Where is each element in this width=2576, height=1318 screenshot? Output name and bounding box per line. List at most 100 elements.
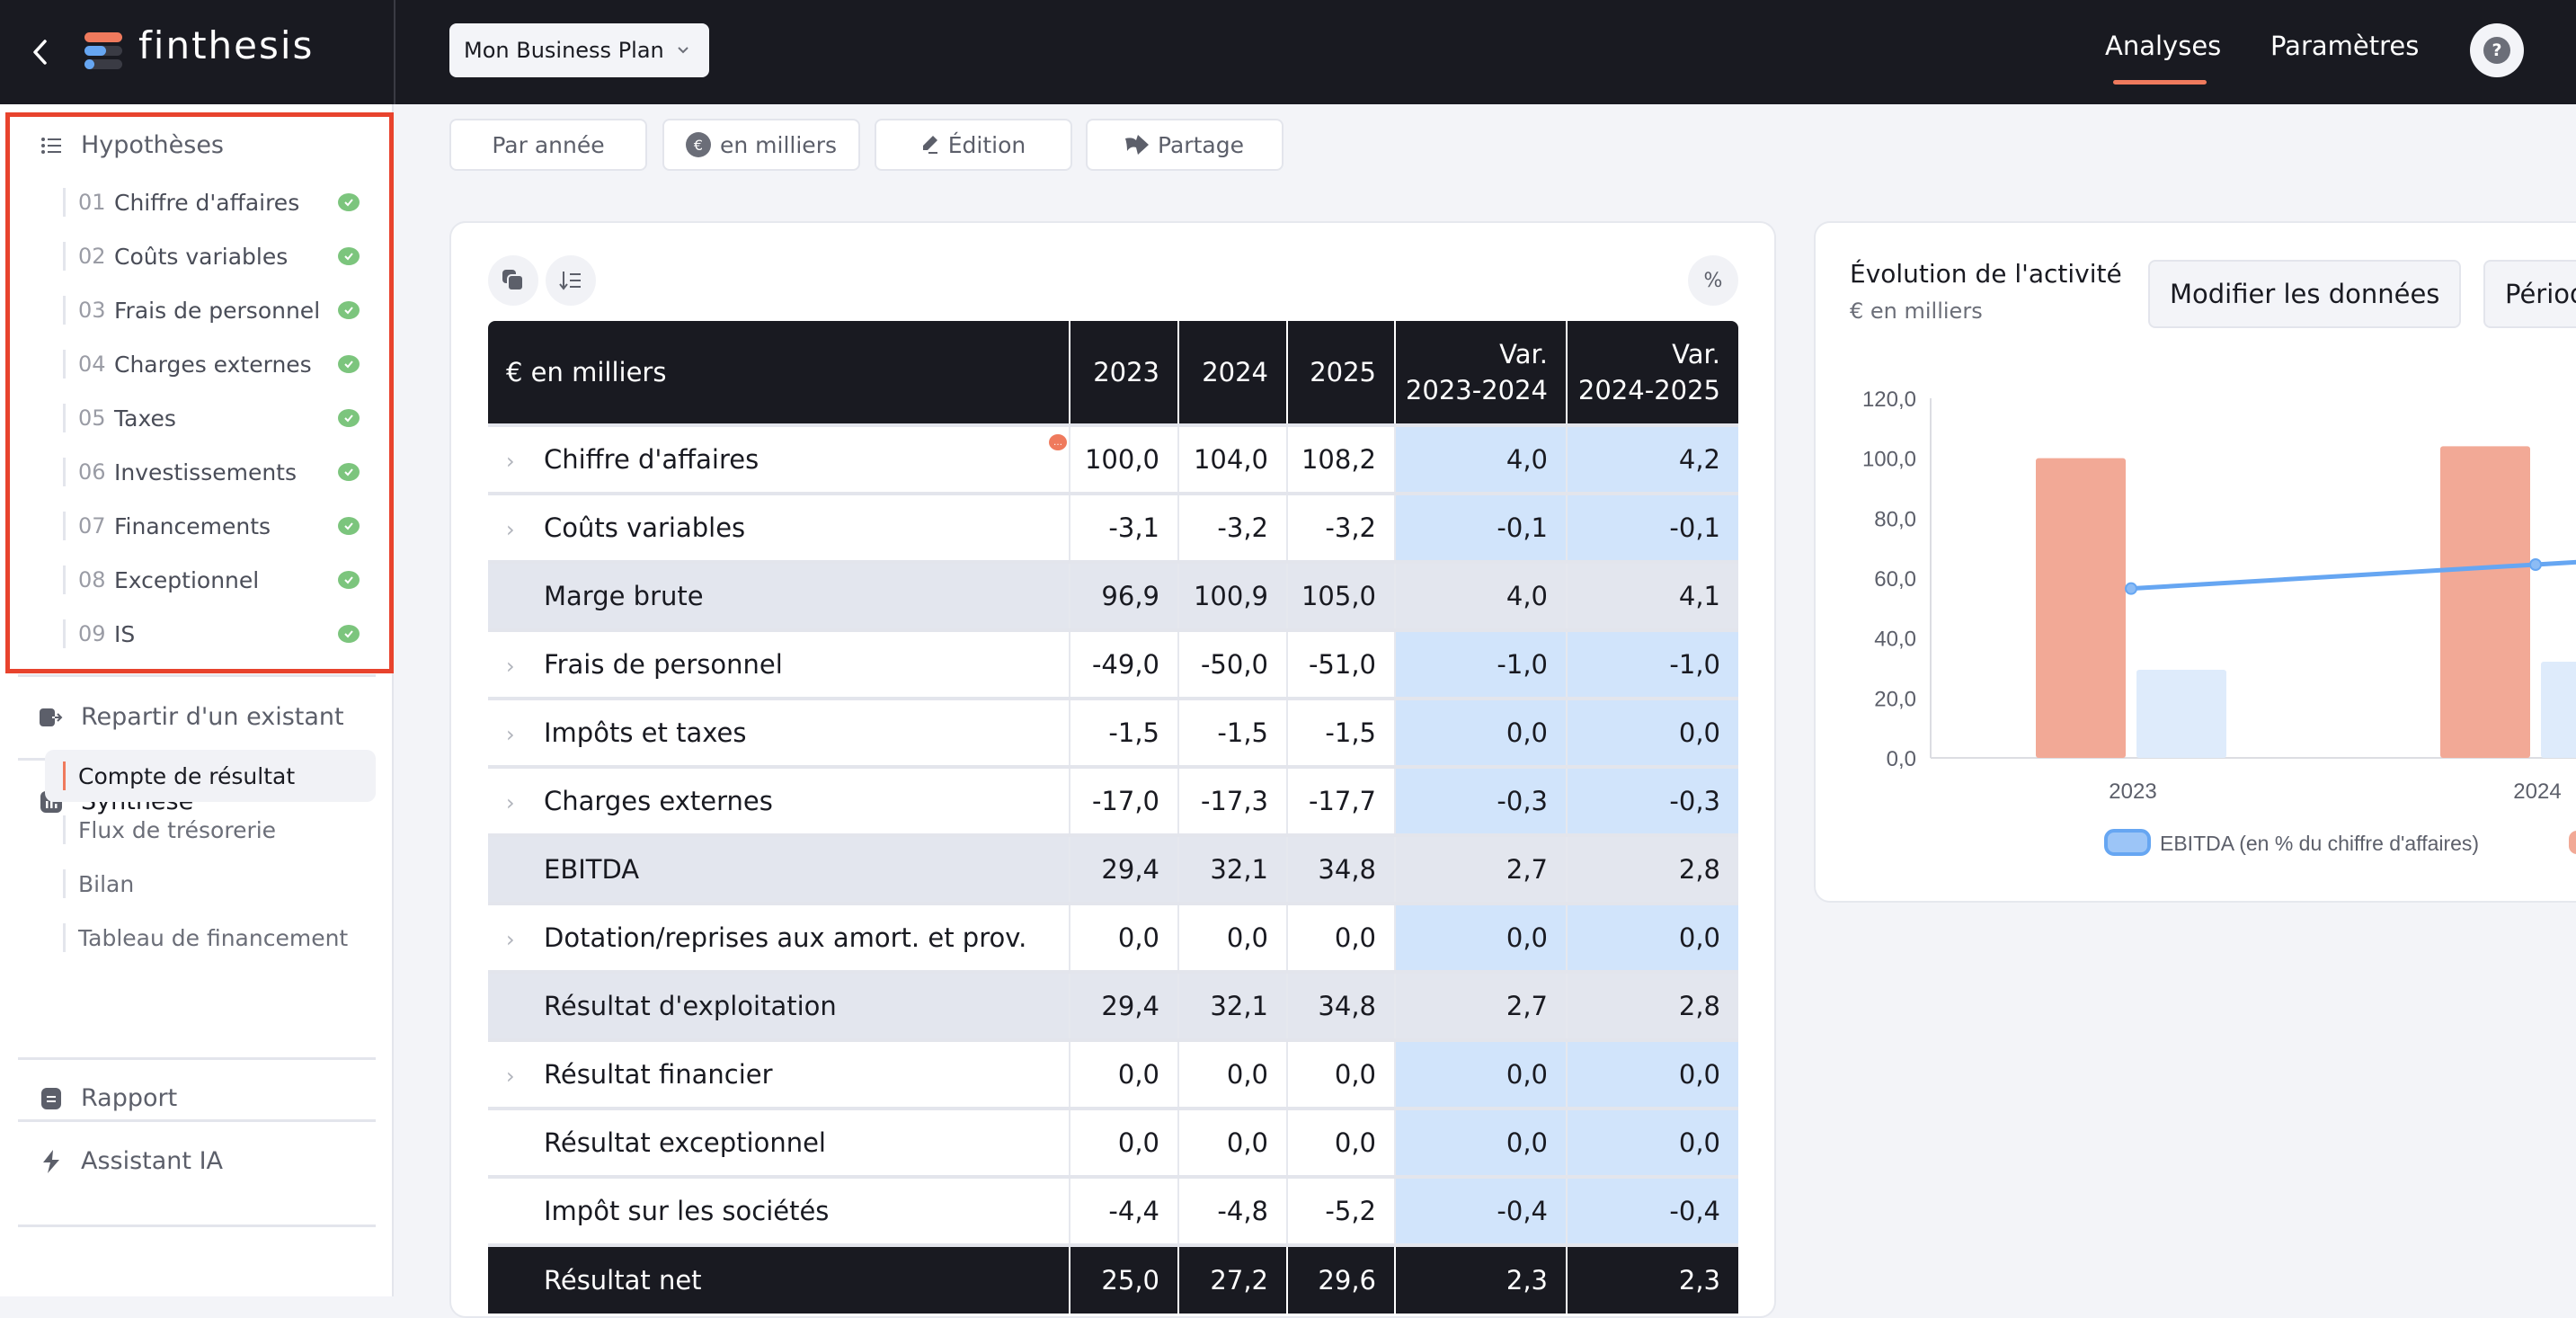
value-cell: 27,2 <box>1177 1243 1287 1314</box>
sidebar-item-assistant[interactable]: Assistant IA <box>40 1147 223 1175</box>
sidebar-item-hypothese[interactable]: 06 Investissements <box>63 445 360 499</box>
table-row[interactable]: › Dotation/reprises aux amort. et prov. 0,… <box>488 902 1738 972</box>
row-label: Coûts variables <box>544 512 746 543</box>
value-cell: 0,0 <box>1566 1038 1738 1109</box>
check-icon <box>338 247 360 265</box>
sidebar-item-hypothese[interactable]: 01 Chiffre d'affaires <box>63 175 360 229</box>
item-indicator <box>63 404 66 432</box>
row-label: Résultat financier <box>544 1059 773 1090</box>
sort-button[interactable] <box>546 255 596 306</box>
value-cell: 2,3 <box>1566 1243 1738 1314</box>
row-label-cell: Impôt sur les sociétés <box>488 1175 1070 1245</box>
value-cell: 2,3 <box>1394 1243 1567 1314</box>
column-header-2023: 2023 <box>1069 321 1178 425</box>
item-label: Taxes <box>114 405 176 432</box>
item-indicator <box>63 188 66 217</box>
share-label: Partage <box>1158 131 1244 158</box>
unit-button[interactable]: € en milliers <box>662 119 860 171</box>
sidebar-divider <box>18 1119 376 1122</box>
item-label: Bilan <box>78 870 135 897</box>
value-cell: 4,1 <box>1566 560 1738 630</box>
sidebar-item-synthese[interactable]: Flux de trésorerie <box>45 804 376 856</box>
row-label: Résultat d'exploitation <box>544 991 837 1021</box>
sidebar-item-synthese[interactable]: Compte de résultat <box>45 750 376 802</box>
share-button[interactable]: Partage <box>1086 119 1284 171</box>
item-label: Tableau de financement <box>78 924 349 951</box>
pen-icon <box>922 136 937 154</box>
row-label-cell: Résultat net <box>488 1243 1070 1314</box>
value-cell: 0,0 <box>1566 697 1738 767</box>
item-indicator <box>63 565 66 594</box>
percent-toggle[interactable]: % <box>1688 255 1738 306</box>
modify-data-button[interactable]: Modifier les données <box>2148 260 2462 328</box>
edit-button[interactable]: Édition <box>875 119 1072 171</box>
back-chevron-icon[interactable] <box>27 34 54 70</box>
item-indicator <box>63 458 66 486</box>
chevron-right-icon[interactable]: › <box>506 449 524 474</box>
value-cell: 29,6 <box>1286 1243 1395 1314</box>
chevron-right-icon[interactable]: › <box>506 517 524 542</box>
table-row[interactable]: › Coûts variables -3,1 -3,2 -3,2 -0,1 -0,1 <box>488 492 1738 562</box>
chevron-right-icon[interactable]: › <box>506 927 524 952</box>
header-line: 2023-2024 <box>1405 375 1548 405</box>
chevron-right-icon[interactable]: › <box>506 722 524 747</box>
row-label-cell: EBITDA <box>488 833 1070 904</box>
value-cell: 4,2 <box>1566 423 1738 494</box>
period-select-button[interactable]: Période <box>2483 260 2576 328</box>
sidebar-item-synthese[interactable]: Bilan <box>45 858 376 910</box>
tab-parametres[interactable]: Paramètres <box>2270 31 2419 61</box>
sidebar-item-hypothese[interactable]: 09 IS <box>63 607 360 661</box>
item-label: Coûts variables <box>114 243 289 270</box>
row-label: Résultat net <box>544 1265 702 1296</box>
y-tick-label: 40,0 <box>1874 628 1916 652</box>
check-icon <box>338 517 360 535</box>
table-row[interactable]: › Chiffre d'affaires … 100,0 104,0 108,2 4,0 4,… <box>488 423 1738 494</box>
comment-icon[interactable]: … <box>1049 434 1067 450</box>
value-cell: 2,7 <box>1394 833 1567 904</box>
sidebar-item-hypothese[interactable]: 05 Taxes <box>63 391 360 445</box>
item-number: 06 <box>78 459 106 485</box>
value-cell: 108,2 <box>1286 423 1395 494</box>
sidebar-item-synthese[interactable]: Tableau de financement <box>45 912 376 964</box>
sidebar-divider <box>18 674 376 677</box>
chevron-right-icon[interactable]: › <box>506 1064 524 1089</box>
value-cell: -1,5 <box>1177 697 1287 767</box>
value-cell: -17,7 <box>1286 765 1395 835</box>
sidebar-item-repartir[interactable]: Repartir d'un existant <box>40 703 344 731</box>
value-cell: -1,5 <box>1069 697 1178 767</box>
plan-selector[interactable]: Mon Business Plan <box>449 23 709 77</box>
sidebar-item-hypothese[interactable]: 04 Charges externes <box>63 337 360 391</box>
sidebar-section-hypotheses[interactable]: Hypothèses <box>40 131 224 159</box>
value-cell: -1,0 <box>1394 628 1567 699</box>
table-row[interactable]: › Frais de personnel -49,0 -50,0 -51,0 -1,0 -1… <box>488 628 1738 699</box>
item-number: 04 <box>78 352 106 377</box>
copy-icon <box>502 270 524 291</box>
item-label: Compte de résultat <box>78 762 296 789</box>
chevron-right-icon[interactable]: › <box>506 790 524 815</box>
sidebar-item-hypothese[interactable]: 02 Coûts variables <box>63 229 360 283</box>
item-number: 02 <box>78 244 106 269</box>
value-cell: 2,8 <box>1566 970 1738 1040</box>
help-button[interactable]: ? <box>2470 23 2524 77</box>
table-row[interactable]: › Charges externes -17,0 -17,3 -17,7 -0,3 -0,3 <box>488 765 1738 835</box>
edit-label: Édition <box>947 131 1026 158</box>
table-row: Résultat exceptionnel 0,0 0,0 0,0 0,0 0,0 <box>488 1107 1738 1177</box>
copy-button[interactable] <box>488 255 538 306</box>
line-point <box>2125 582 2137 595</box>
chevron-right-icon[interactable]: › <box>506 654 524 679</box>
table-row[interactable]: › Impôts et taxes -1,5 -1,5 -1,5 0,0 0,0 <box>488 697 1738 767</box>
tab-analyses[interactable]: Analyses <box>2105 31 2221 61</box>
sidebar-item-hypothese[interactable]: 03 Frais de personnel <box>63 283 360 337</box>
help-icon: ? <box>2483 37 2510 64</box>
sidebar-item-hypothese[interactable]: 07 Financements <box>63 499 360 553</box>
sidebar-item-hypothese[interactable]: 08 Exceptionnel <box>63 553 360 607</box>
assistant-label: Assistant IA <box>81 1147 224 1175</box>
value-cell: 29,4 <box>1069 833 1178 904</box>
value-cell: 25,0 <box>1069 1243 1178 1314</box>
plan-selector-label: Mon Business Plan <box>464 38 664 63</box>
y-tick-label: 0,0 <box>1887 747 1916 771</box>
period-button[interactable]: Par année <box>449 119 647 171</box>
sidebar-item-rapport[interactable]: Rapport <box>40 1084 177 1112</box>
table-row[interactable]: › Résultat financier 0,0 0,0 0,0 0,0 0,0 <box>488 1038 1738 1109</box>
value-cell: 0,0 <box>1566 1107 1738 1177</box>
